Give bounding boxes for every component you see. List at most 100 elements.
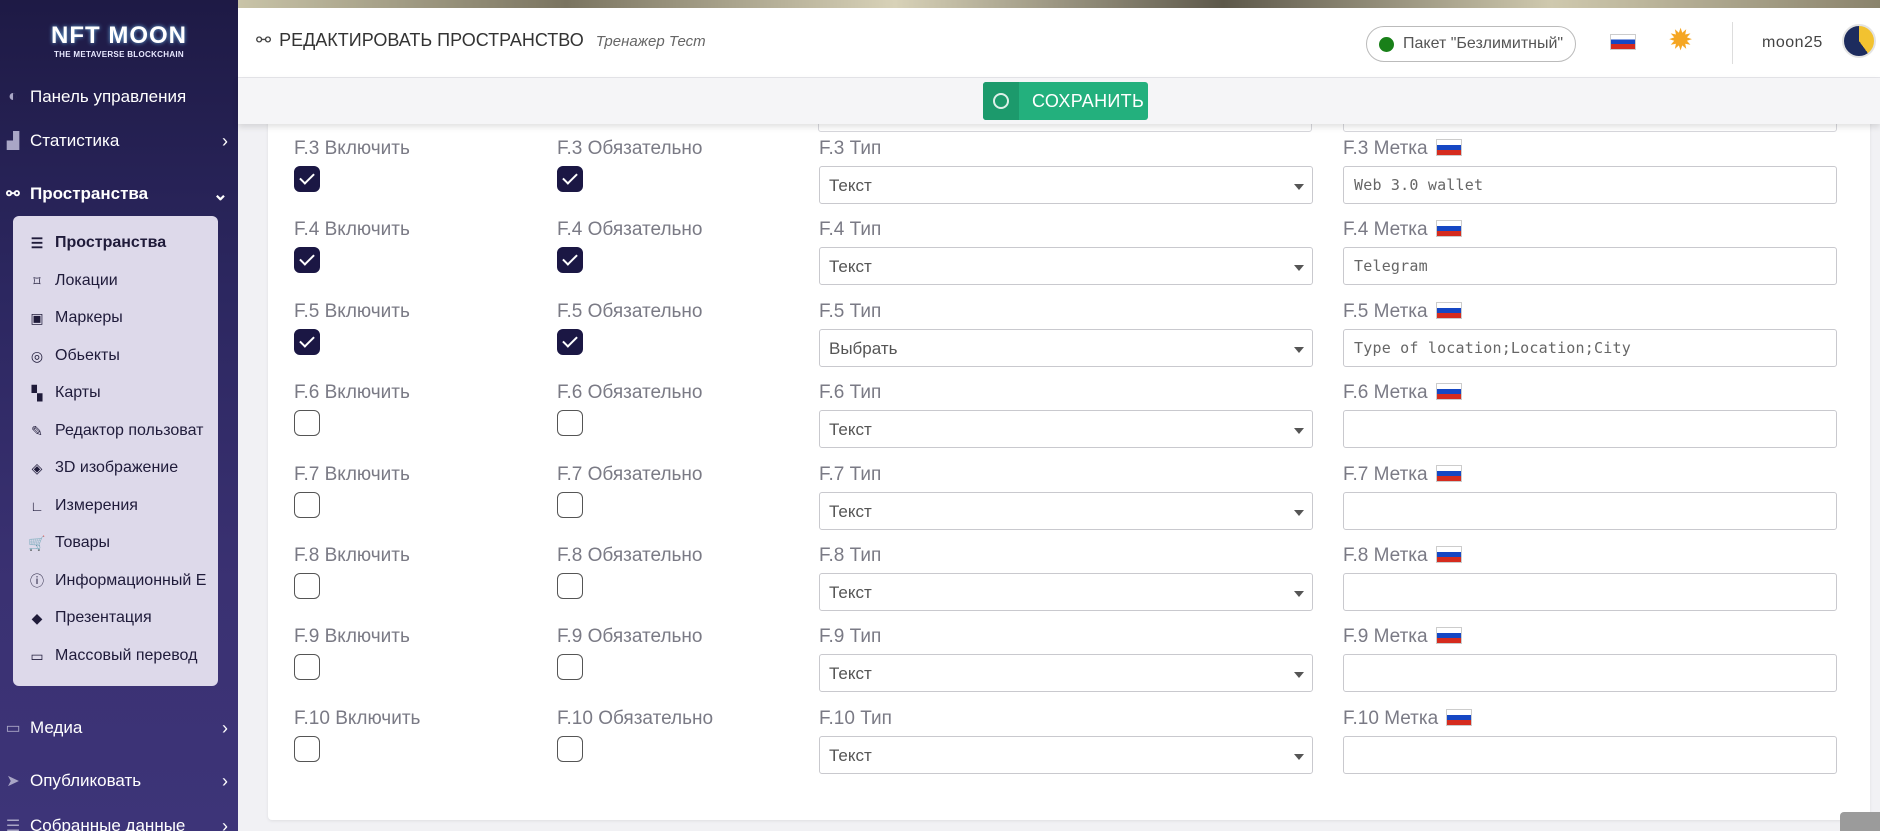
submenu-item-info[interactable]: ⓘ Информационный Е bbox=[13, 564, 218, 598]
sidebar-item-label: Собранные данные bbox=[30, 816, 186, 831]
cube-icon: ◈ bbox=[31, 459, 43, 476]
avatar[interactable] bbox=[1842, 24, 1876, 58]
submenu-label: Информационный Е bbox=[55, 572, 207, 589]
submenu-item-measurements[interactable]: ∟ Измерения bbox=[13, 489, 218, 523]
mark-label: F.10 Метка bbox=[1343, 707, 1439, 729]
page-title-group: ⚯ РЕДАКТИРОВАТЬ ПРОСТРАНСТВО Тренажер Те… bbox=[256, 30, 706, 51]
submenu-item-user-editor[interactable]: ✎ Редактор пользоват bbox=[13, 414, 218, 448]
submenu-label: 3D изображение bbox=[55, 459, 179, 476]
sidebar-item-publish[interactable]: ➤ Опубликовать › bbox=[0, 761, 238, 801]
russian-flag-icon[interactable] bbox=[1435, 546, 1462, 563]
submenu-label: Измерения bbox=[55, 497, 138, 514]
submenu-item-presentation[interactable]: ◆ Презентация bbox=[13, 601, 218, 635]
submenu-item-objects[interactable]: ◎ Обьекты bbox=[13, 339, 218, 373]
list-icon: ☰ bbox=[30, 234, 44, 251]
russian-flag-icon[interactable] bbox=[1435, 383, 1462, 401]
sidebar-item-dashboard[interactable]: ◐ Панель управления bbox=[0, 77, 238, 117]
type-label: F.9 Тип bbox=[819, 626, 882, 648]
required-label: F.6 Обязательно bbox=[557, 382, 703, 404]
save-button-label: СОХРАНИТЬ bbox=[1032, 90, 1145, 111]
russian-flag-icon[interactable] bbox=[1435, 220, 1462, 238]
sidebar-item-label: Пространства bbox=[30, 184, 149, 203]
russian-flag-icon[interactable] bbox=[1435, 301, 1462, 319]
submenu-label: Массовый перевод bbox=[55, 647, 198, 664]
russian-flag-icon[interactable] bbox=[1435, 627, 1462, 645]
required-label: F.9 Обязательно bbox=[557, 626, 703, 648]
type-label: F.3 Тип bbox=[819, 138, 882, 159]
submenu-item-maps[interactable]: ▚ Карты bbox=[13, 376, 218, 410]
required-label: F.3 Обязательно bbox=[557, 138, 703, 159]
username[interactable]: moon25 bbox=[1762, 34, 1823, 52]
header-divider bbox=[1732, 22, 1733, 64]
submenu-label: Товары bbox=[55, 534, 111, 551]
mark-input[interactable] bbox=[1343, 735, 1837, 774]
logo[interactable]: NFT MOON THE METAVERSE BLOCKCHAIN bbox=[0, 0, 238, 82]
mark-label: F.3 Метка bbox=[1343, 138, 1428, 159]
mark-label: F.5 Метка bbox=[1343, 300, 1428, 322]
required-checkbox[interactable] bbox=[557, 735, 583, 762]
page-title: РЕДАКТИРОВАТЬ ПРОСТРАНСТВО bbox=[279, 30, 584, 50]
sidebar-item-statistics[interactable]: ▟ Статистика › bbox=[0, 121, 238, 161]
circle-icon bbox=[983, 82, 1019, 120]
russian-flag-icon[interactable] bbox=[1446, 708, 1473, 726]
include-label: F.6 Включить bbox=[294, 382, 410, 404]
target-icon: ◎ bbox=[30, 347, 44, 364]
mark-label-group: F.9 Метка bbox=[1343, 626, 1462, 648]
sidebar-item-label: Статистика bbox=[30, 131, 120, 150]
include-label: F.7 Включить bbox=[294, 463, 410, 485]
sun-icon[interactable]: ✹ bbox=[1668, 26, 1693, 56]
submenu-item-mass-translate[interactable]: ▭ Массовый перевод bbox=[13, 639, 218, 673]
include-label: F.5 Включить bbox=[294, 300, 410, 322]
sidebar-item-spaces[interactable]: ⚯ Пространства ⌄ bbox=[0, 174, 238, 214]
page-subtitle: Тренажер Тест bbox=[595, 33, 706, 50]
database-icon: ☰ bbox=[5, 818, 21, 831]
field-row: F.8 Включить F.8 Обязательно F.8 Тип Текст F… bbox=[268, 507, 1870, 611]
mark-label: F.9 Метка bbox=[1343, 626, 1428, 648]
form-card: F.3 Включить F.3 Обязательно F.3 Тип Текст F… bbox=[268, 110, 1870, 820]
submenu-label: Редактор пользоват bbox=[55, 422, 204, 439]
russian-flag-icon[interactable] bbox=[1435, 139, 1462, 156]
sidebar-item-collected-data[interactable]: ☰ Собранные данные › bbox=[0, 806, 238, 831]
submenu-label: Локации bbox=[55, 272, 118, 289]
dashboard-icon: ◐ bbox=[8, 88, 18, 105]
sidebar: NFT MOON THE METAVERSE BLOCKCHAIN ◐ Пане… bbox=[0, 0, 238, 831]
sidebar-item-label: Опубликовать bbox=[30, 771, 142, 790]
top-header: ⚯ РЕДАКТИРОВАТЬ ПРОСТРАНСТВО Тренажер Те… bbox=[238, 8, 1880, 78]
required-label: F.8 Обязательно bbox=[557, 545, 703, 566]
field-row: F.7 Включить F.7 Обязательно F.7 Тип Текст F… bbox=[268, 426, 1870, 530]
submenu-item-markers[interactable]: ▣ Маркеры bbox=[13, 301, 218, 335]
send-icon: ➤ bbox=[6, 773, 20, 790]
sidebar-item-media[interactable]: ▭ Медиа › bbox=[0, 708, 238, 748]
russian-flag-icon[interactable] bbox=[1610, 34, 1636, 50]
cart-icon: 🛒 bbox=[28, 534, 46, 551]
package-badge[interactable]: Пакет "Безлимитный" bbox=[1366, 26, 1577, 62]
chevron-down-icon: ⌄ bbox=[212, 183, 228, 204]
top-banner-strip bbox=[238, 0, 1880, 8]
mark-label-group: F.4 Метка bbox=[1343, 219, 1462, 241]
mark-label: F.4 Метка bbox=[1343, 219, 1428, 241]
save-button[interactable]: СОХРАНИТЬ bbox=[983, 82, 1148, 120]
chart-icon: ▟ bbox=[6, 133, 20, 150]
chevron-right-icon: › bbox=[222, 130, 228, 151]
field-row: F.5 Включить F.5 Обязательно F.5 Тип Выбрат… bbox=[268, 263, 1870, 367]
spaces-icon: ⚯ bbox=[256, 30, 272, 50]
scroll-corner[interactable] bbox=[1840, 812, 1880, 831]
submenu-item-spaces[interactable]: ☰ Пространства bbox=[13, 226, 218, 260]
type-select[interactable]: Текст bbox=[819, 735, 1313, 774]
include-checkbox[interactable] bbox=[294, 735, 320, 762]
mark-label-group: F.8 Метка bbox=[1343, 545, 1462, 567]
status-dot-icon bbox=[1379, 37, 1394, 52]
submenu-item-3d-image[interactable]: ◈ 3D изображение bbox=[13, 451, 218, 485]
sidebar-item-label: Панель управления bbox=[30, 87, 187, 106]
submenu-item-locations[interactable]: ⌑ Локации bbox=[13, 264, 218, 298]
russian-flag-icon[interactable] bbox=[1435, 464, 1462, 482]
mark-label: F.8 Метка bbox=[1343, 545, 1428, 566]
type-label: F.7 Тип bbox=[819, 463, 882, 485]
include-label: F.8 Включить bbox=[294, 545, 410, 566]
edit-icon: ✎ bbox=[31, 422, 43, 439]
field-row: F.10 Включить F.10 Обязательно F.10 Тип Тек… bbox=[268, 670, 1870, 774]
type-label: F.5 Тип bbox=[819, 300, 882, 322]
submenu-item-products[interactable]: 🛒 Товары bbox=[13, 526, 218, 560]
type-label: F.8 Тип bbox=[819, 545, 882, 566]
submenu-label: Презентация bbox=[55, 609, 152, 626]
